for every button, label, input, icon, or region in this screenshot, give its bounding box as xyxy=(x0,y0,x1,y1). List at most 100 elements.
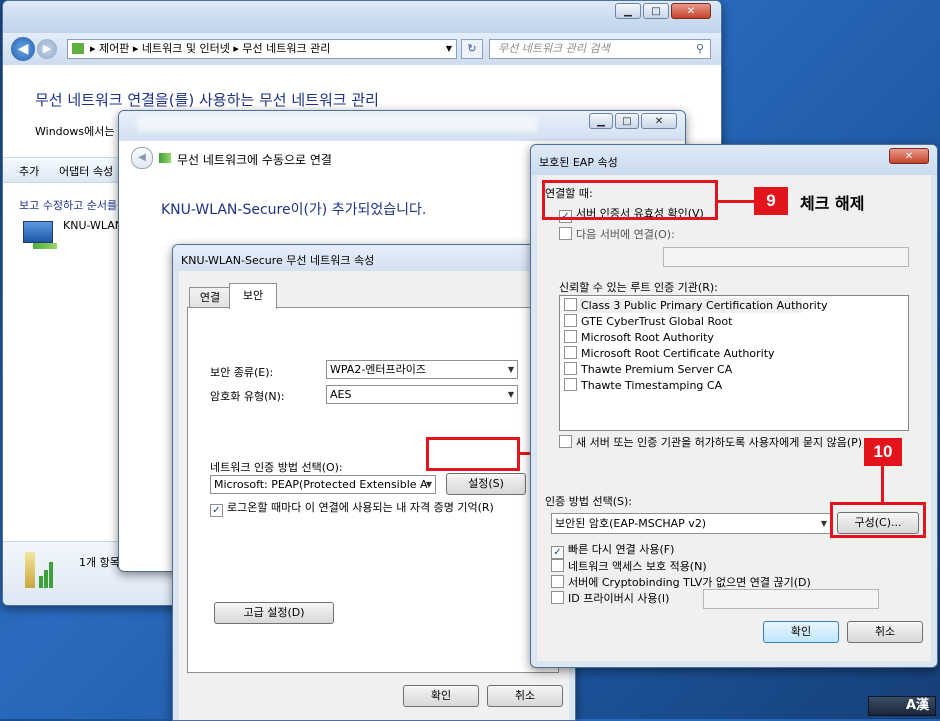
eap-auth-method-label: 인증 방법 선택(S): xyxy=(545,495,632,508)
identity-privacy-label: ID 프라이버시 사용(I) xyxy=(568,592,670,605)
cryptobinding-checkbox[interactable]: 서버에 Cryptobinding TLV가 없으면 연결 끊기(D) xyxy=(551,575,811,590)
ca-list-item[interactable]: Thawte Premium Server CA xyxy=(564,362,732,377)
identity-input[interactable] xyxy=(703,589,879,609)
eap-close-button[interactable]: ✕ xyxy=(889,148,929,164)
back-button[interactable]: ◀ xyxy=(11,37,35,61)
address-bar[interactable]: ▸ 제어판 ▸ 네트워크 및 인터넷 ▸ 무선 네트워크 관리 ▼ xyxy=(67,39,457,59)
tab-connection[interactable]: 연결 xyxy=(189,287,231,308)
network-list-item[interactable]: KNU-WLAN xyxy=(63,219,123,232)
ca-name: Class 3 Public Primary Certification Aut… xyxy=(581,299,828,312)
ca-list-item[interactable]: GTE CyberTrust Global Root xyxy=(564,314,732,329)
close-button[interactable]: ✕ xyxy=(671,3,711,19)
encryption-type-label: 암호화 유형(N): xyxy=(210,390,285,403)
arrow-left-icon: ◀ xyxy=(138,152,146,163)
fast-reconnect-checkbox[interactable]: ✓ 빠른 다시 연결 사용(F) xyxy=(551,543,674,559)
wifi-signal-icon xyxy=(159,153,171,163)
remember-credentials-checkbox[interactable]: ✓ 로그온할 때마다 이 연결에 사용되는 내 자격 증명 기억(R) xyxy=(210,501,494,517)
annotation-9-badge: 9 xyxy=(754,187,788,215)
configure-button-highlight xyxy=(830,502,926,538)
fast-reconnect-label: 빠른 다시 연결 사용(F) xyxy=(568,543,675,556)
eap-auth-method-select[interactable]: 보안된 암호(EAP-MSCHAP v2) ▼ xyxy=(551,513,831,534)
annotation-10-connector xyxy=(881,466,884,502)
signal-strength-icon xyxy=(25,552,55,592)
encryption-type-value: AES xyxy=(330,388,352,401)
ca-list-item[interactable]: Class 3 Public Primary Certification Aut… xyxy=(564,298,828,313)
arrow-left-icon: ◀ xyxy=(17,41,29,57)
settings-button[interactable]: 설정(S) xyxy=(446,473,526,495)
maximize-button[interactable]: □ xyxy=(643,3,669,19)
checkbox-box xyxy=(564,378,577,391)
properties-body: 연결 보안 보안 종류(E): WPA2-엔터프라이즈 ▼ 암호화 유형(N):… xyxy=(179,271,569,720)
chevron-down-icon[interactable]: ▼ xyxy=(446,40,452,58)
checkmark-icon: ✓ xyxy=(551,546,564,559)
page-subtext: Windows에서는 xyxy=(35,125,115,138)
chevron-down-icon: ▼ xyxy=(820,519,827,528)
auth-method-value: Microsoft: PEAP(Protected Extensible A xyxy=(214,478,428,491)
toolbar-adapter-properties[interactable]: 어댑터 속성 xyxy=(59,163,113,179)
eap-auth-method-value: 보안된 암호(EAP-MSCHAP v2) xyxy=(555,517,707,530)
checkbox-box xyxy=(564,330,577,343)
ca-list-item[interactable]: Thawte Timestamping CA xyxy=(564,378,722,393)
toolbar-add[interactable]: 추가 xyxy=(19,163,39,179)
refresh-button[interactable]: ↻ xyxy=(461,39,483,59)
minimize-button[interactable]: ▁ xyxy=(615,3,641,19)
wizard-back-button[interactable]: ◀ xyxy=(131,147,153,169)
breadcrumb-item[interactable]: 무선 네트워크 관리 xyxy=(242,42,330,55)
eap-title: 보호된 EAP 속성 xyxy=(539,156,618,169)
network-folder-icon xyxy=(72,43,84,54)
hint-text: 보고 수정하고 순서를 xyxy=(19,199,118,212)
eap-titlebar: 보호된 EAP 속성 ✕ xyxy=(531,145,937,175)
protected-eap-dialog: 보호된 EAP 속성 ✕ 연결할 때: ✓ 서버 인증서 유효성 확인(V) 다음… xyxy=(530,144,938,668)
trusted-ca-list[interactable]: Class 3 Public Primary Certification Aut… xyxy=(559,295,909,431)
checkmark-icon: ✓ xyxy=(210,504,223,517)
server-names-input[interactable] xyxy=(663,247,909,267)
forward-button[interactable]: ▶ xyxy=(37,39,57,59)
wizard-close-button[interactable]: ✕ xyxy=(641,113,677,129)
tab-security[interactable]: 보안 xyxy=(229,283,277,309)
auth-method-label: 네트워크 인증 방법 선택(O): xyxy=(210,461,343,474)
taskbar-ime-indicator[interactable]: A漢 xyxy=(868,696,936,716)
ca-list-item[interactable]: Microsoft Root Certificate Authority xyxy=(564,346,775,361)
wizard-maximize-button[interactable]: □ xyxy=(615,113,639,129)
connect-to-servers-checkbox[interactable]: 다음 서버에 연결(O): xyxy=(559,227,675,242)
checkbox-box xyxy=(551,559,564,572)
breadcrumb-item[interactable]: 제어판 xyxy=(99,42,129,55)
properties-title: KNU-WLAN-Secure 무선 네트워크 속성 xyxy=(181,254,375,267)
annotation-9-text: 체크 해제 xyxy=(800,194,865,213)
breadcrumb-item[interactable]: 네트워크 및 인터넷 xyxy=(142,42,230,55)
properties-cancel-button[interactable]: 취소 xyxy=(487,685,563,707)
wireless-network-icon[interactable] xyxy=(23,217,57,251)
connect-to-servers-label: 다음 서버에 연결(O): xyxy=(576,228,675,241)
remember-credentials-label: 로그온할 때마다 이 연결에 사용되는 내 자격 증명 기억(R) xyxy=(227,501,494,514)
wizard-titlebar: ▁ □ ✕ xyxy=(119,111,685,141)
properties-ok-button[interactable]: 확인 xyxy=(403,685,479,707)
nap-checkbox[interactable]: 네트워크 액세스 보호 적용(N) xyxy=(551,559,707,574)
explorer-navbar: ◀ ▶ ▸ 제어판 ▸ 네트워크 및 인터넷 ▸ 무선 네트워크 관리 ▼ ↻ … xyxy=(3,33,721,65)
auth-method-select[interactable]: Microsoft: PEAP(Protected Extensible A ▼ xyxy=(210,475,436,494)
refresh-icon: ↻ xyxy=(467,42,477,55)
annotation-9-connector xyxy=(718,200,754,203)
annotation-10-badge: 10 xyxy=(864,438,902,466)
wizard-minimize-button[interactable]: ▁ xyxy=(589,113,613,129)
ca-name: Microsoft Root Authority xyxy=(581,331,714,344)
ca-list-item[interactable]: Microsoft Root Authority xyxy=(564,330,714,345)
identity-privacy-checkbox[interactable]: ID 프라이버시 사용(I) xyxy=(551,591,669,606)
checkbox-box xyxy=(559,435,572,448)
properties-titlebar: KNU-WLAN-Secure 무선 네트워크 속성 xyxy=(173,245,575,271)
advanced-settings-button[interactable]: 고급 설정(D) xyxy=(214,602,334,624)
checkbox-box xyxy=(564,314,577,327)
eap-cancel-button[interactable]: 취소 xyxy=(847,621,923,643)
ca-name: Thawte Premium Server CA xyxy=(581,363,733,376)
ca-name: Thawte Timestamping CA xyxy=(581,379,723,392)
chevron-down-icon: ▼ xyxy=(507,390,514,399)
arrow-right-icon: ▶ xyxy=(42,42,52,55)
security-type-select[interactable]: WPA2-엔터프라이즈 ▼ xyxy=(326,360,518,379)
chevron-down-icon: ▼ xyxy=(507,365,514,374)
eap-ok-button[interactable]: 확인 xyxy=(763,621,839,643)
search-input[interactable]: 무선 네트워크 관리 검색 ⚲ xyxy=(489,39,711,59)
encryption-type-select[interactable]: AES ▼ xyxy=(326,385,518,404)
validate-certificate-highlight xyxy=(542,180,718,220)
security-type-value: WPA2-엔터프라이즈 xyxy=(330,363,427,376)
cryptobinding-label: 서버에 Cryptobinding TLV가 없으면 연결 끊기(D) xyxy=(568,576,811,589)
no-prompt-checkbox[interactable]: 새 서버 또는 인증 기관을 허가하도록 사용자에게 묻지 않음(P) xyxy=(559,435,862,450)
